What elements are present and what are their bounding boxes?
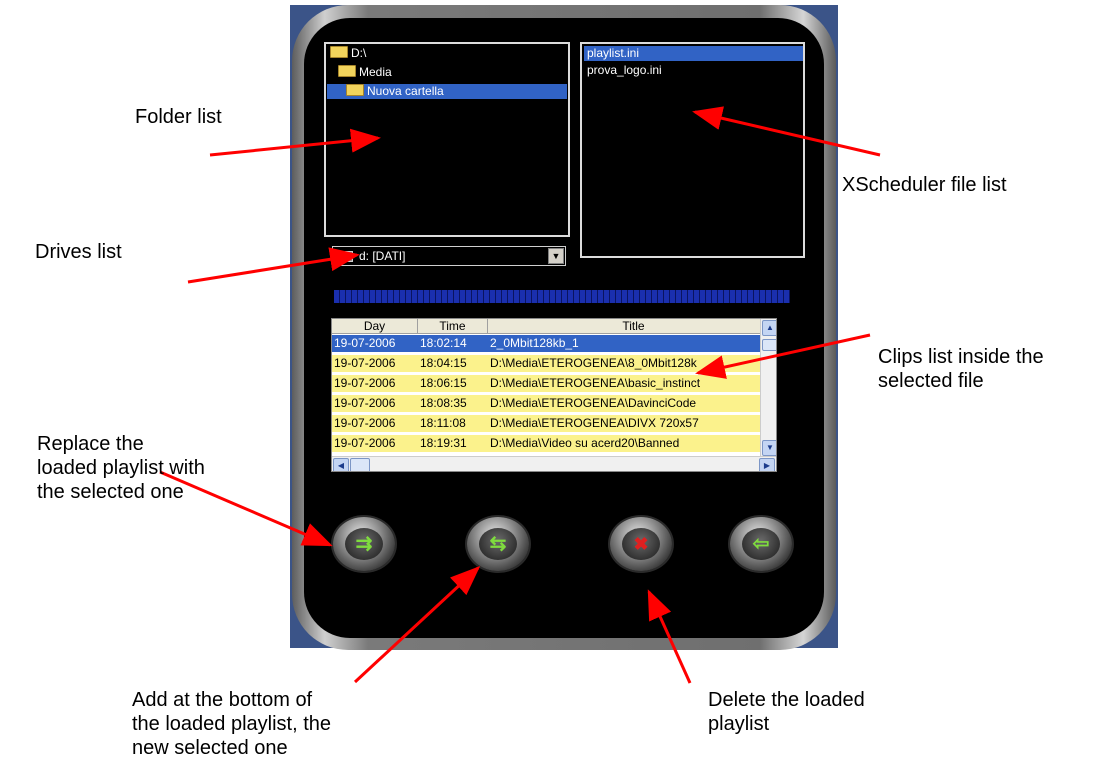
annotation-add: Add at the bottom of the loaded playlist… xyxy=(132,688,331,760)
annotation-clips-list: Clips list inside the selected file xyxy=(878,345,1044,393)
annotation-line: selected file xyxy=(878,370,984,392)
annotation-line: Clips list inside the xyxy=(878,346,1044,368)
annotation-line: the loaded playlist, the xyxy=(132,713,332,735)
annotation-line: the selected one xyxy=(37,481,184,503)
annotation-line: Replace the xyxy=(37,433,144,455)
annotation-line: loaded playlist with xyxy=(37,457,205,479)
annotation-line: Add at the bottom of xyxy=(132,689,313,711)
annotation-folder-list: Folder list xyxy=(135,106,222,128)
annotation-line: playlist xyxy=(708,713,770,735)
annotation-line: new selected one xyxy=(132,737,288,759)
arrow-delete xyxy=(647,589,692,684)
annotation-replace: Replace the loaded playlist with the sel… xyxy=(37,432,205,504)
arrow-file-list xyxy=(692,106,881,157)
arrow-add xyxy=(353,565,481,684)
arrow-folder-list xyxy=(209,128,381,157)
annotation-file-list: XScheduler file list xyxy=(842,174,1007,196)
annotation-delete: Delete the loaded playlist xyxy=(708,688,865,736)
arrow-drives-list xyxy=(187,247,360,284)
annotation-line: Delete the loaded xyxy=(708,689,865,711)
annotation-drives-list: Drives list xyxy=(35,241,122,263)
arrow-clips-list xyxy=(695,333,871,379)
